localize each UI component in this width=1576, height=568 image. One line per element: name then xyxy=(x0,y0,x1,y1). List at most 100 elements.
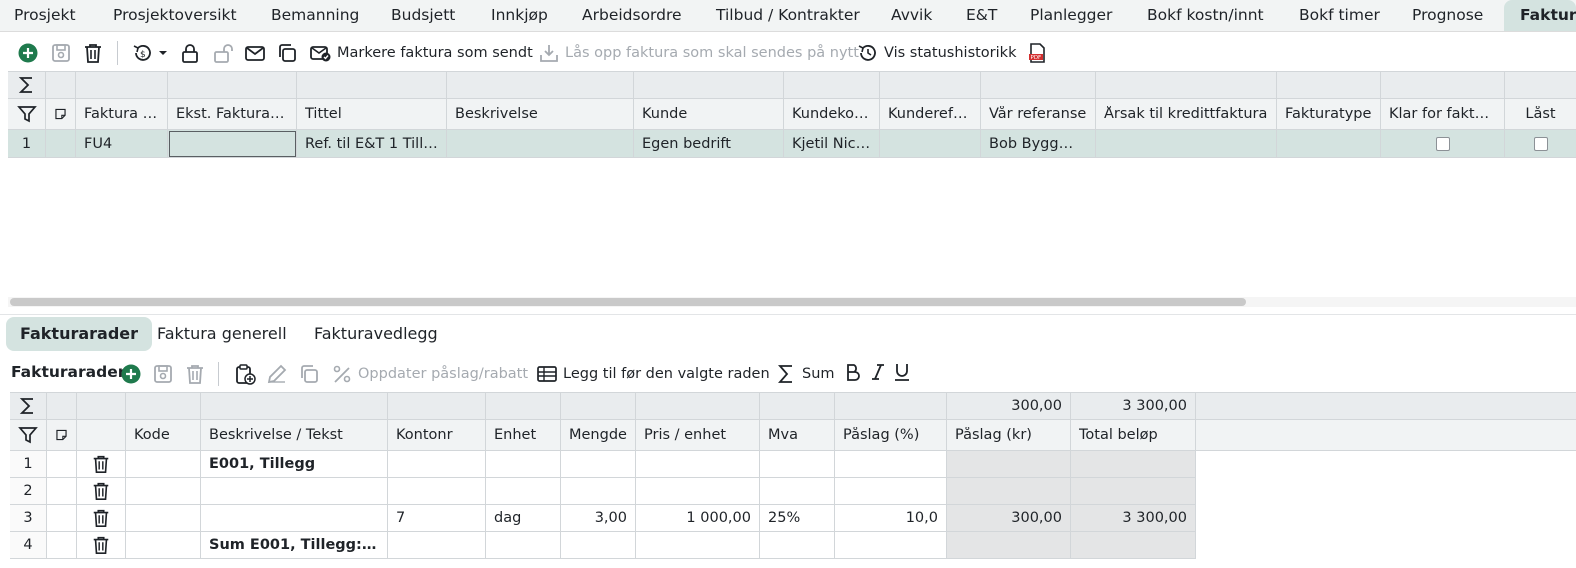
cell-kode[interactable] xyxy=(126,532,201,559)
column-header-arsak-kredittfaktura[interactable]: Årsak til kredittfaktura xyxy=(1096,99,1277,130)
cell-var-referanse[interactable]: Bob Byggme… xyxy=(981,130,1096,158)
tab-innkjop[interactable]: Innkjøp xyxy=(491,0,548,31)
klar-for-faktura-checkbox[interactable] xyxy=(1435,136,1450,151)
row-delete-button[interactable] xyxy=(77,451,126,478)
tab-planlegger[interactable]: Planlegger xyxy=(1030,0,1112,31)
cell-faktura-nr[interactable]: FU4 xyxy=(76,130,168,158)
cell-kode[interactable] xyxy=(126,451,201,478)
cell-pris-enhet[interactable] xyxy=(636,478,760,505)
lock-button[interactable] xyxy=(179,42,201,64)
edit-button[interactable] xyxy=(266,363,288,385)
subtab-fakturarader[interactable]: Fakturarader xyxy=(6,317,153,351)
column-header-klar-for-faktura[interactable]: Klar for faktura xyxy=(1381,99,1505,130)
cell-paslag-pct[interactable]: 10,0 xyxy=(835,505,947,532)
cell-enhet[interactable] xyxy=(486,532,561,559)
tab-bokf-timer[interactable]: Bokf timer xyxy=(1299,0,1380,31)
tab-prognose[interactable]: Prognose xyxy=(1412,0,1483,31)
note-column-header[interactable] xyxy=(46,99,76,130)
filter-button[interactable] xyxy=(10,420,47,451)
cell-paslag-pct[interactable] xyxy=(835,532,947,559)
cell-kunderef-nr[interactable] xyxy=(880,130,981,158)
cell-pris-enhet[interactable] xyxy=(636,451,760,478)
cell-arsak-kredittfaktura[interactable] xyxy=(1096,130,1277,158)
save-button[interactable] xyxy=(50,42,72,64)
column-header-paslag-kr[interactable]: Påslag (kr) xyxy=(947,420,1071,451)
cell-mva[interactable] xyxy=(760,451,835,478)
email-button[interactable] xyxy=(244,42,266,64)
column-header-kundekontakt[interactable]: Kundekon… xyxy=(784,99,880,130)
tab-prosjektoversikt[interactable]: Prosjektoversikt xyxy=(113,0,237,31)
cell-beskrivelse-tekst[interactable] xyxy=(201,478,388,505)
column-header-pris-enhet[interactable]: Pris / enhet xyxy=(636,420,760,451)
cell-beskrivelse-tekst[interactable]: Sum E001, Tillegg: 3 3… xyxy=(201,532,388,559)
cell-kontonr[interactable] xyxy=(388,532,486,559)
sum-toggle[interactable] xyxy=(8,72,46,99)
cell-kontonr[interactable]: 7 xyxy=(388,505,486,532)
table-row[interactable]: 2 xyxy=(10,478,1576,505)
column-header-mengde[interactable]: Mengde xyxy=(561,420,636,451)
cell-kontonr[interactable] xyxy=(388,451,486,478)
row-note-cell[interactable] xyxy=(47,505,77,532)
sum-button[interactable]: Sum xyxy=(775,363,835,385)
cell-kontonr[interactable] xyxy=(388,478,486,505)
sum-toggle[interactable] xyxy=(10,393,47,420)
cell-kode[interactable] xyxy=(126,478,201,505)
cell-mengde[interactable] xyxy=(561,478,636,505)
column-header-var-referanse[interactable]: Vår referanse xyxy=(981,99,1096,130)
paste-button[interactable] xyxy=(234,363,256,385)
cell-enhet[interactable]: dag xyxy=(486,505,561,532)
last-checkbox[interactable] xyxy=(1533,136,1548,151)
cell-ekst-faktura-nr[interactable] xyxy=(168,130,297,158)
column-header-last[interactable]: Låst xyxy=(1505,99,1576,130)
column-header-fakturatype[interactable]: Fakturatype xyxy=(1277,99,1381,130)
column-header-tittel[interactable]: Tittel xyxy=(297,99,447,130)
cell-beskrivelse-tekst[interactable] xyxy=(201,505,388,532)
row-note-cell[interactable] xyxy=(47,451,77,478)
insert-before-button[interactable]: Legg til før den valgte raden xyxy=(536,363,770,385)
table-row[interactable]: 4 Sum E001, Tillegg: 3 3… xyxy=(10,532,1576,559)
delete-button[interactable] xyxy=(82,42,104,64)
note-column-header[interactable] xyxy=(47,420,77,451)
column-header-kunde[interactable]: Kunde xyxy=(634,99,784,130)
column-header-paslag-pct[interactable]: Påslag (%) xyxy=(835,420,947,451)
cell-mengde[interactable] xyxy=(561,532,636,559)
update-markup-button[interactable]: Oppdater påslag/rabatt xyxy=(331,363,528,385)
cell-mva[interactable]: 25% xyxy=(760,505,835,532)
tab-bokf-kostn-innt[interactable]: Bokf kostn/innt xyxy=(1147,0,1264,31)
pdf-button[interactable]: PDF xyxy=(1026,42,1048,64)
cell-mva[interactable] xyxy=(760,478,835,505)
cell-kundekontakt[interactable]: Kjetil Nico… xyxy=(784,130,880,158)
cell-kunde[interactable]: Egen bedrift xyxy=(634,130,784,158)
column-header-enhet[interactable]: Enhet xyxy=(486,420,561,451)
mark-as-sent-button[interactable]: Markere faktura som sendt xyxy=(310,42,533,64)
copy-lines-button[interactable] xyxy=(298,363,320,385)
cell-mva[interactable] xyxy=(760,532,835,559)
column-header-beskrivelse[interactable]: Beskrivelse xyxy=(447,99,634,130)
row-delete-button[interactable] xyxy=(77,532,126,559)
cell-pris-enhet[interactable]: 1 000,00 xyxy=(636,505,760,532)
currency-history-dropdown[interactable]: $ xyxy=(132,42,167,64)
tab-budsjett[interactable]: Budsjett xyxy=(391,0,455,31)
copy-button[interactable] xyxy=(276,42,298,64)
tab-bemanning[interactable]: Bemanning xyxy=(271,0,359,31)
horizontal-scrollbar-thumb[interactable] xyxy=(10,298,1246,306)
cell-enhet[interactable] xyxy=(486,451,561,478)
save-lines-button[interactable] xyxy=(152,363,174,385)
cell-paslag-pct[interactable] xyxy=(835,478,947,505)
table-row[interactable]: 1 FU4 Ref. til E&T 1 Tille… Egen bedrift… xyxy=(8,130,1576,158)
underline-button[interactable] xyxy=(893,362,911,382)
tab-tilbud-kontrakter[interactable]: Tilbud / Kontrakter xyxy=(716,0,860,31)
column-header-mva[interactable]: Mva xyxy=(760,420,835,451)
cell-fakturatype[interactable] xyxy=(1277,130,1381,158)
row-note-cell[interactable] xyxy=(47,532,77,559)
unlock-button[interactable] xyxy=(212,42,234,64)
cell-beskrivelse-tekst[interactable]: E001, Tillegg xyxy=(201,451,388,478)
cell-pris-enhet[interactable] xyxy=(636,532,760,559)
delete-lines-button[interactable] xyxy=(184,363,206,385)
column-header-ekst-faktura-nr[interactable]: Ekst. Faktura nr xyxy=(168,99,297,130)
add-button[interactable] xyxy=(17,42,39,64)
row-delete-button[interactable] xyxy=(77,505,126,532)
cell-paslag-pct[interactable] xyxy=(835,451,947,478)
cell-tittel[interactable]: Ref. til E&T 1 Tille… xyxy=(297,130,447,158)
subtab-faktura-generell[interactable]: Faktura generell xyxy=(157,317,287,351)
